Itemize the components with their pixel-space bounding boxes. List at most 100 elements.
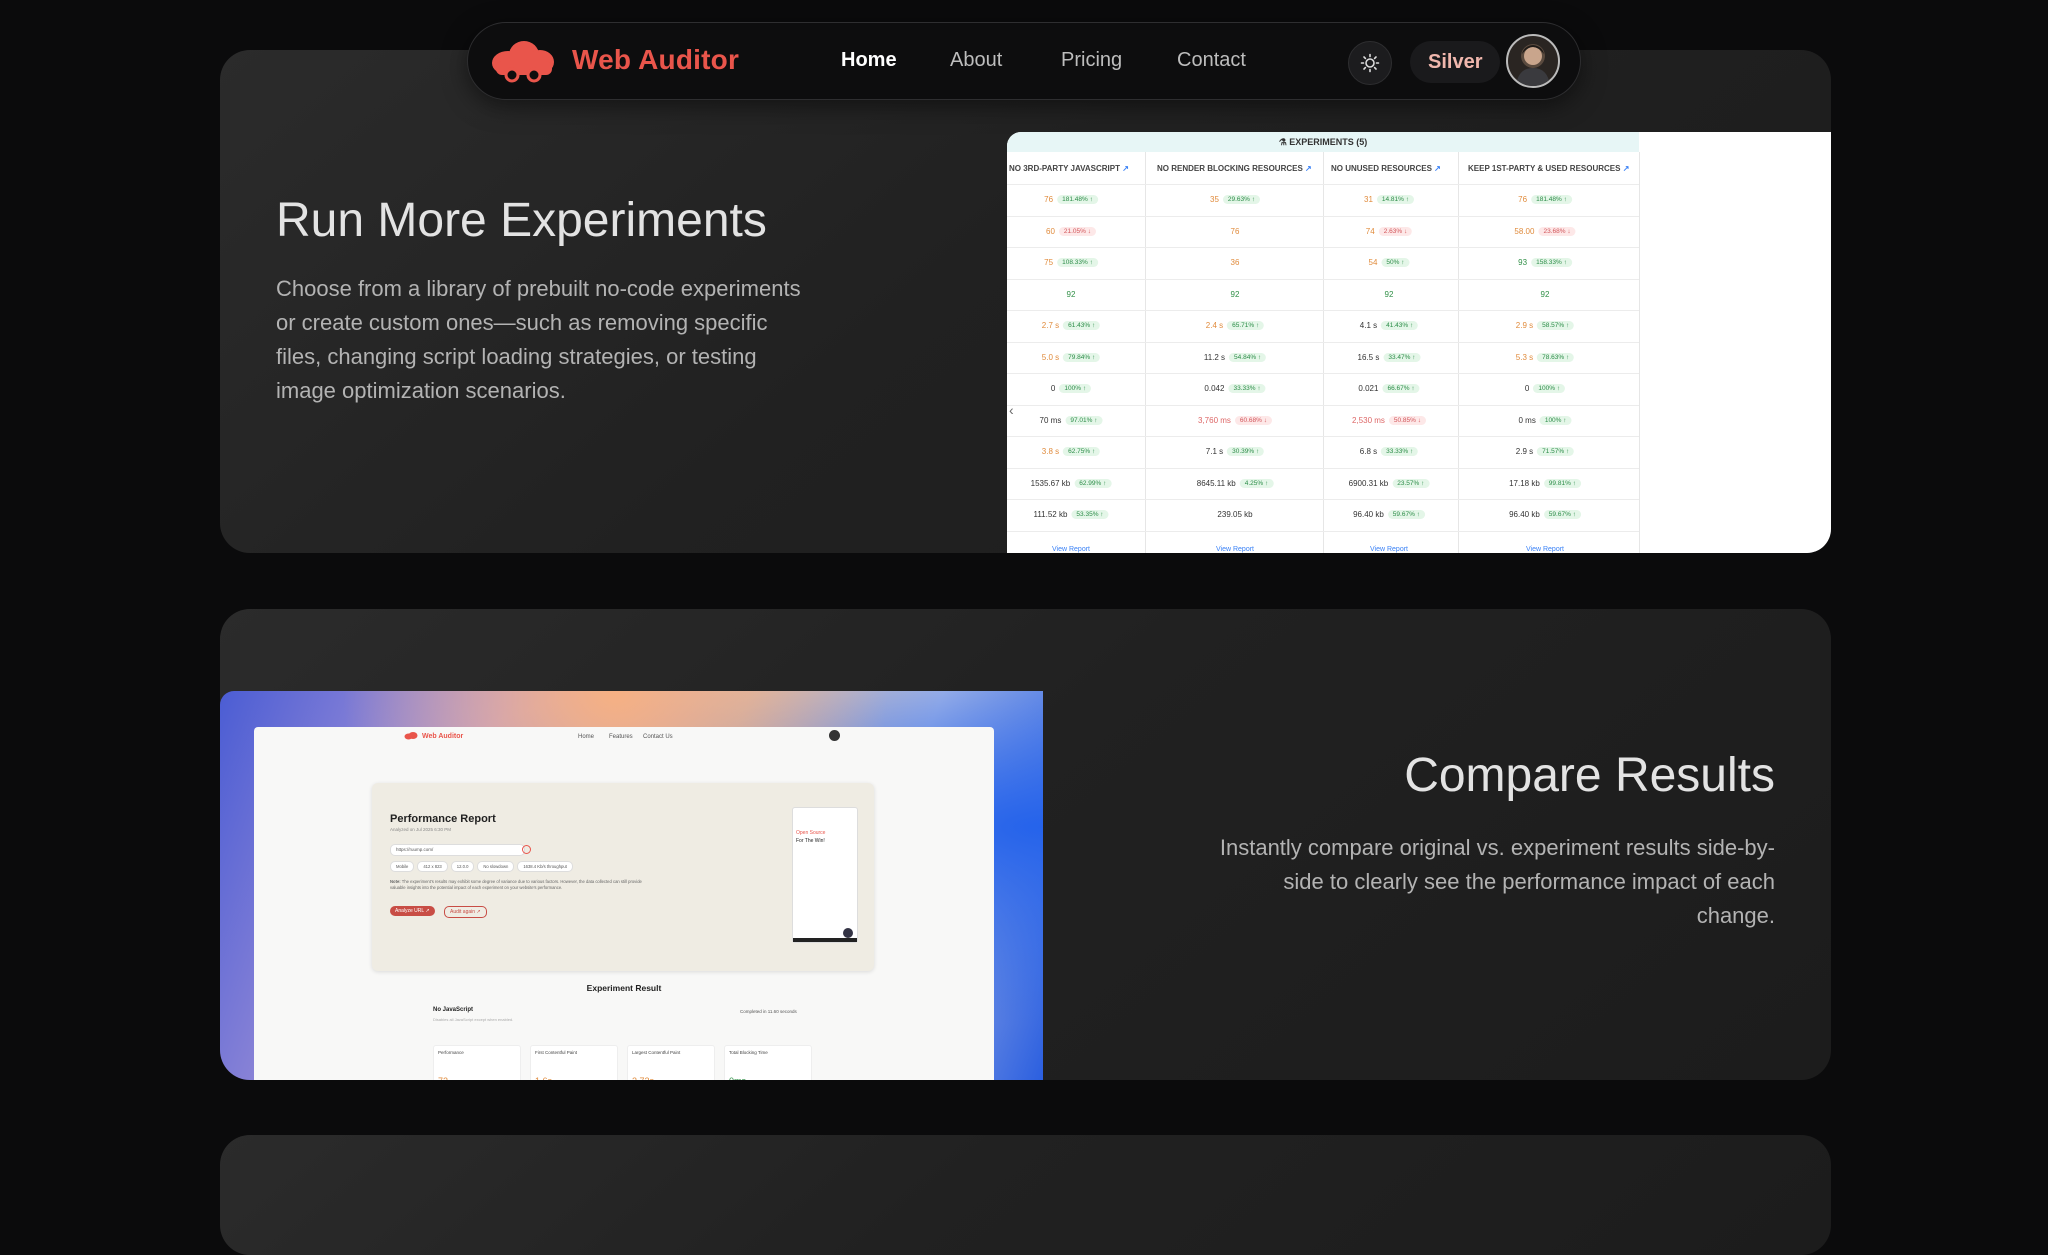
- change-badge: 61.43% ↑: [1063, 321, 1101, 330]
- change-badge: 14.81% ↑: [1376, 195, 1415, 204]
- performance-report-card: Performance Report Analyzed on Jul 2025 …: [372, 783, 874, 971]
- change-badge: 29.63% ↑: [1222, 195, 1261, 204]
- change-badge: 100% ↑: [1533, 384, 1566, 393]
- experiment-result-title: Experiment Result: [586, 983, 662, 993]
- arrow-up-icon: ↑: [1414, 511, 1420, 518]
- metric-card: Largest Contentful Paint2.72s: [627, 1045, 715, 1080]
- table-cell: 76 181.48% ↑: [1044, 195, 1098, 204]
- audit-again-button: Audit again ↗: [444, 906, 487, 918]
- table-cell: 74 2.63% ↓: [1366, 226, 1413, 236]
- column-divider: [1639, 152, 1640, 553]
- change-badge: 62.99% ↑: [1074, 478, 1112, 488]
- change-badge: 58.57% ↑: [1537, 321, 1575, 330]
- arrow-up-icon: ↑: [1254, 322, 1260, 329]
- preview-brand: Web Auditor: [422, 733, 464, 740]
- nav-about[interactable]: About: [950, 49, 1002, 72]
- column-header[interactable]: NO UNUSED RESOURCES ↗: [1331, 164, 1441, 173]
- report-side-preview: Open Source For The Win!: [792, 807, 858, 943]
- change-badge: 23.68% ↓: [1538, 226, 1576, 236]
- table-cell: 2.9 s 71.57% ↑: [1516, 447, 1575, 456]
- external-link-icon[interactable]: ↗: [1432, 164, 1441, 173]
- arrow-up-icon: ↑: [1561, 196, 1567, 203]
- plan-tier-badge[interactable]: Silver: [1410, 41, 1501, 83]
- row-divider: [1007, 404, 1639, 406]
- external-link-icon[interactable]: ↗: [1620, 164, 1630, 173]
- report-subtitle: Analyzed on Jul 2025 6:30 PM: [390, 827, 452, 832]
- table-cell: 0.021 66.67% ↑: [1358, 384, 1420, 393]
- completed-time: Completed in 11.60 seconds: [740, 1009, 797, 1014]
- experiments-table-screenshot: ⚗ EXPERIMENTS (5) NO 3RD-PARTY JAVASCRIP…: [1007, 132, 1831, 553]
- column-header[interactable]: KEEP 1ST-PARTY & USED RESOURCES ↗: [1468, 164, 1629, 173]
- arrow-up-icon: ↑: [1570, 511, 1576, 518]
- external-link-icon[interactable]: ↗: [1120, 164, 1129, 173]
- section-title: Compare Results: [1404, 749, 1775, 802]
- arrow-up-icon: ↑: [1399, 259, 1405, 266]
- table-cell: 11.2 s 54.84% ↑: [1204, 352, 1267, 362]
- change-badge: 30.39% ↑: [1227, 447, 1265, 456]
- arrow-up-icon: ↑: [1255, 385, 1261, 392]
- arrow-up-icon: ↑: [1403, 196, 1410, 203]
- arrow-up-icon: ↑: [1408, 322, 1414, 329]
- theme-toggle-button[interactable]: [1348, 41, 1392, 85]
- table-cell: 60 21.05% ↓: [1046, 226, 1097, 236]
- table-cell: 0 ms 100% ↑: [1518, 415, 1572, 425]
- table-cell: 2.9 s 58.57% ↑: [1516, 321, 1575, 330]
- nav-home[interactable]: Home: [841, 49, 897, 72]
- change-badge: 50% ↑: [1381, 258, 1410, 267]
- change-badge: 66.67% ↑: [1382, 384, 1420, 393]
- sun-icon: [1360, 53, 1380, 73]
- arrow-up-icon: ↑: [1249, 196, 1256, 203]
- change-badge: 21.05% ↓: [1058, 226, 1097, 236]
- table-cell: 76: [1230, 226, 1240, 236]
- arrow-up-icon: ↑: [1087, 259, 1093, 266]
- chevron-left-icon[interactable]: ‹: [1009, 402, 1014, 418]
- result-name: No JavaScript: [433, 1007, 474, 1013]
- arrow-up-icon: ↑: [1410, 353, 1416, 361]
- arrow-up-icon: ↑: [1090, 353, 1096, 361]
- column-header[interactable]: NO RENDER BLOCKING RESOURCES ↗: [1157, 164, 1312, 173]
- row-divider: [1007, 373, 1639, 374]
- nav-pricing[interactable]: Pricing: [1061, 49, 1122, 72]
- arrow-up-icon: ↑: [1419, 479, 1425, 487]
- view-report-link[interactable]: View Report: [1216, 546, 1254, 553]
- user-avatar[interactable]: [1506, 34, 1560, 88]
- change-badge: 100% ↑: [1059, 384, 1092, 393]
- column-header[interactable]: NO 3RD-PARTY JAVASCRIPT ↗: [1009, 164, 1129, 173]
- arrow-up-icon: ↑: [1090, 448, 1096, 455]
- change-badge: 108.33% ↑: [1057, 258, 1098, 267]
- nav-contact[interactable]: Contact: [1177, 49, 1246, 72]
- row-divider: [1007, 530, 1639, 532]
- change-badge: 181.48% ↑: [1531, 195, 1572, 204]
- view-report-link[interactable]: View Report: [1052, 546, 1090, 553]
- metric-card: Performance72/100: [433, 1045, 521, 1080]
- row-divider: [1007, 310, 1639, 311]
- table-cell: 5.0 s 79.84% ↑: [1042, 352, 1101, 362]
- report-url-input: https://ruump.com/: [390, 844, 525, 856]
- row-divider: [1007, 215, 1639, 217]
- change-badge: 79.84% ↑: [1063, 352, 1101, 362]
- arrow-down-icon: ↓: [1565, 227, 1571, 235]
- report-note: Note: The experiment's results may exhib…: [390, 879, 642, 890]
- preview-avatar: [829, 730, 840, 741]
- arrow-up-icon: ↑: [1564, 353, 1570, 361]
- section-description: Instantly compare original vs. experimen…: [1219, 835, 1775, 928]
- report-setting-chip: 412 x 823: [417, 861, 448, 872]
- change-badge: 41.43% ↑: [1381, 321, 1419, 330]
- table-cell: 4.1 s 41.43% ↑: [1360, 321, 1419, 330]
- brand[interactable]: Web Auditor: [490, 37, 739, 83]
- view-report-link[interactable]: View Report: [1370, 546, 1408, 553]
- row-divider: [1007, 467, 1639, 469]
- arrow-up-icon: ↑: [1254, 448, 1260, 455]
- result-description: Disables all JavaScript except when enab…: [433, 1017, 514, 1022]
- row-divider: [1007, 278, 1639, 280]
- external-link-icon[interactable]: ↗: [1303, 164, 1312, 173]
- preview-nav-home: Home: [578, 734, 595, 740]
- table-cell: 35 29.63% ↑: [1210, 195, 1261, 204]
- report-setting-chip: Mobile: [390, 861, 415, 872]
- table-cell: 70 ms 97.01% ↑: [1040, 415, 1103, 425]
- change-badge: 60.68% ↓: [1234, 415, 1273, 425]
- view-report-link[interactable]: View Report: [1526, 546, 1564, 553]
- table-cell: 0.042 33.33% ↑: [1204, 384, 1266, 393]
- report-setting-chip: 1638.4 Kb/s throughput: [517, 861, 573, 872]
- change-badge: 53.35% ↑: [1071, 510, 1109, 519]
